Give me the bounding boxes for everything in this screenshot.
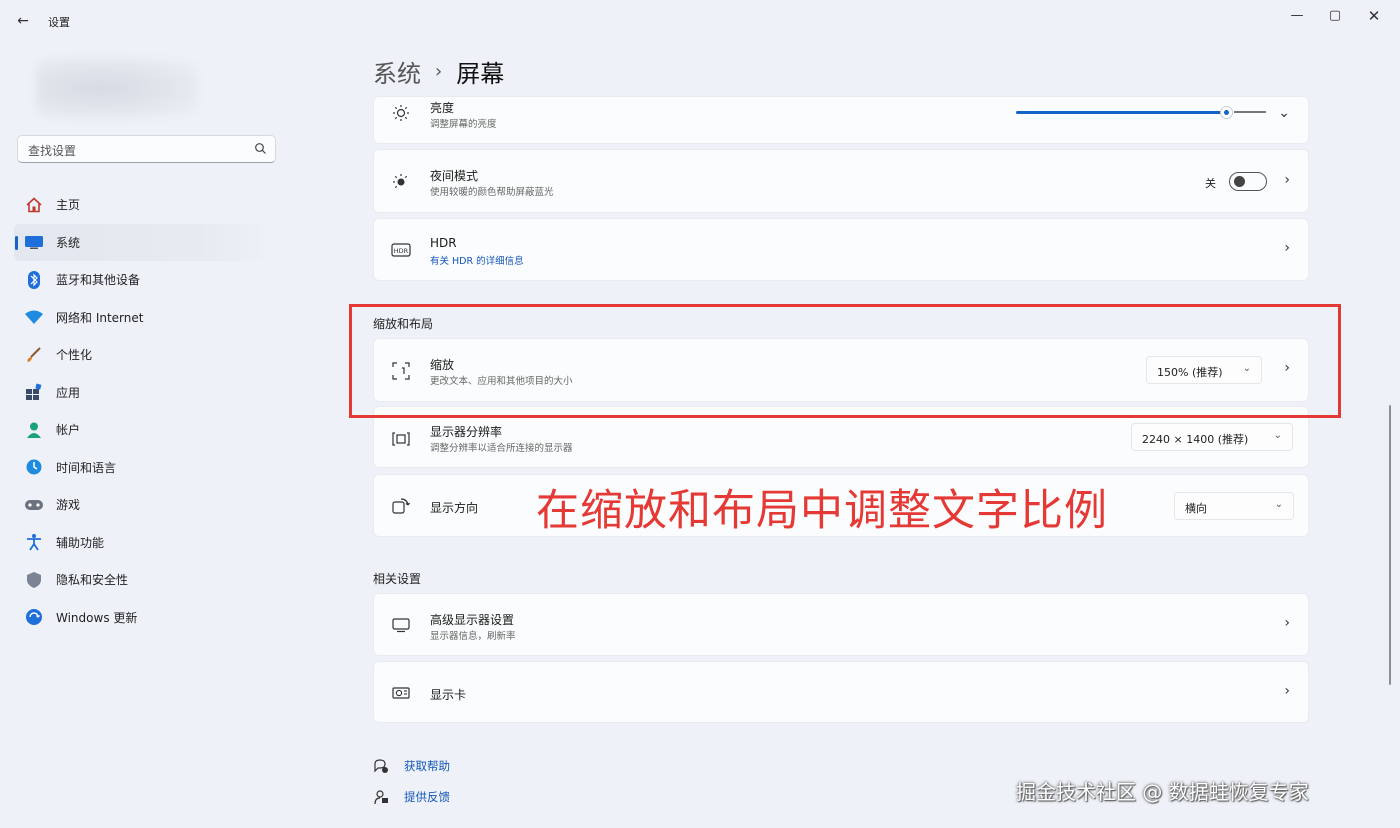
orientation-title: 显示方向 — [430, 501, 479, 515]
chevron-right-icon[interactable]: › — [1284, 172, 1290, 188]
breadcrumb-parent[interactable]: 系统 — [373, 54, 421, 89]
personalization-icon — [23, 344, 45, 366]
section-related-settings: 相关设置 — [373, 572, 422, 586]
night-light-title: 夜间模式 — [430, 169, 479, 183]
sidebar-item-home[interactable]: 主页 — [14, 186, 276, 224]
title-bar: ← 设置 — ▢ ✕ — [0, 0, 1400, 44]
advanced-display-subtitle: 显示器信息，刷新率 — [430, 631, 516, 642]
night-light-icon — [390, 171, 412, 193]
hdr-title: HDR — [430, 236, 457, 250]
brightness-slider-rest — [1234, 111, 1266, 113]
network-icon — [23, 306, 45, 328]
highlight-box — [349, 304, 1341, 418]
hdr-icon: HDR — [390, 239, 412, 261]
account-icon — [23, 419, 45, 441]
chevron-right-icon[interactable]: › — [1284, 683, 1290, 699]
close-button[interactable]: ✕ — [1361, 6, 1387, 26]
accessibility-icon — [23, 531, 45, 553]
hdr-row[interactable]: HDR HDR 有关 HDR 的详细信息 › — [373, 218, 1309, 281]
brightness-slider-thumb[interactable] — [1220, 106, 1233, 119]
chevron-down-icon: ⌄ — [1274, 499, 1283, 510]
night-light-row[interactable]: 夜间模式 使用较暖的颜色帮助屏蔽蓝光 › — [373, 149, 1309, 213]
sidebar-item-bluetooth[interactable]: 蓝牙和其他设备 — [14, 261, 276, 299]
chevron-down-icon[interactable]: ⌄ — [1278, 105, 1290, 121]
sidebar-item-privacy[interactable]: 隐私和安全性 — [14, 561, 276, 599]
svg-text:HDR: HDR — [394, 247, 409, 255]
sidebar-nav: 主页 系统 蓝牙和其他设备 网络和 Internet 个性化 应用 帐户 时间和… — [14, 186, 276, 636]
monitor-icon — [390, 614, 412, 636]
maximize-button[interactable]: ▢ — [1322, 6, 1348, 26]
orientation-dropdown[interactable]: 横向 ⌄ — [1174, 492, 1294, 520]
search-input[interactable]: 查找设置 — [17, 135, 276, 163]
graphics-row[interactable]: 显示卡 › — [373, 661, 1309, 723]
orientation-value: 横向 — [1185, 502, 1207, 515]
brightness-sun-icon — [390, 102, 412, 124]
active-indicator — [15, 235, 18, 250]
brightness-title: 亮度 — [430, 101, 455, 115]
graphics-title: 显示卡 — [430, 688, 467, 702]
sidebar-item-apps[interactable]: 应用 — [14, 374, 276, 412]
user-profile-blurred[interactable] — [36, 58, 198, 118]
sidebar-item-gaming[interactable]: 游戏 — [14, 486, 276, 524]
get-help-link[interactable]: 获取帮助 — [404, 758, 450, 774]
sidebar-item-personalization[interactable]: 个性化 — [14, 336, 276, 374]
back-arrow-icon[interactable]: ← — [14, 12, 32, 30]
app-title: 设置 — [48, 16, 70, 29]
time-language-icon — [23, 456, 45, 478]
chevron-down-icon: ⌄ — [1273, 430, 1282, 441]
watermark-text: 掘金技术社区 @ 数据蛙恢复专家 — [1016, 780, 1309, 804]
search-icon — [255, 143, 266, 154]
resolution-dropdown[interactable]: 2240 × 1400 (推荐) ⌄ — [1131, 423, 1293, 451]
feedback-link[interactable]: 提供反馈 — [404, 789, 450, 805]
sidebar-item-accessibility[interactable]: 辅助功能 — [14, 524, 276, 562]
night-light-subtitle: 使用较暖的颜色帮助屏蔽蓝光 — [430, 187, 554, 198]
page-title: 屏幕 — [456, 60, 505, 88]
scrollbar[interactable] — [1389, 405, 1391, 685]
sidebar-item-windows-update[interactable]: Windows 更新 — [14, 599, 276, 637]
sidebar-item-system[interactable]: 系统 — [14, 223, 276, 261]
night-light-toggle[interactable] — [1229, 172, 1267, 191]
resolution-value: 2240 × 1400 (推荐) — [1142, 433, 1249, 446]
advanced-display-title: 高级显示器设置 — [430, 613, 515, 627]
graphics-card-icon — [390, 682, 412, 704]
orientation-icon — [390, 495, 412, 517]
apps-icon — [23, 381, 45, 403]
resolution-icon — [390, 428, 412, 450]
windows-update-icon — [23, 606, 45, 628]
sidebar-item-accounts[interactable]: 帐户 — [14, 411, 276, 449]
minimize-button[interactable]: — — [1284, 6, 1310, 26]
feedback-icon — [372, 788, 390, 806]
bluetooth-icon — [23, 269, 45, 291]
advanced-display-row[interactable]: 高级显示器设置 显示器信息，刷新率 › — [373, 593, 1309, 656]
privacy-icon — [23, 569, 45, 591]
breadcrumb-separator: › — [435, 61, 443, 82]
sidebar-item-network[interactable]: 网络和 Internet — [14, 299, 276, 337]
hdr-info-link[interactable]: 有关 HDR 的详细信息 — [430, 253, 524, 267]
help-icon — [372, 757, 390, 775]
sidebar-item-time-language[interactable]: 时间和语言 — [14, 449, 276, 487]
search-placeholder: 查找设置 — [28, 144, 77, 158]
home-icon — [23, 194, 45, 216]
brightness-row[interactable]: 亮度 调整屏幕的亮度 ⌄ — [373, 96, 1309, 144]
breadcrumb: 系统 › 屏幕 — [373, 54, 504, 89]
resolution-subtitle: 调整分辨率以适合所连接的显示器 — [430, 443, 573, 454]
annotation-text: 在缩放和布局中调整文字比例 — [536, 486, 1108, 536]
chevron-right-icon[interactable]: › — [1284, 240, 1290, 256]
brightness-subtitle: 调整屏幕的亮度 — [430, 119, 497, 130]
resolution-title: 显示器分辨率 — [430, 425, 503, 439]
chevron-right-icon[interactable]: › — [1284, 615, 1290, 631]
brightness-slider-fill — [1016, 111, 1226, 114]
night-light-state: 关 — [1205, 177, 1216, 190]
gaming-icon — [23, 494, 45, 516]
system-icon — [23, 231, 45, 253]
